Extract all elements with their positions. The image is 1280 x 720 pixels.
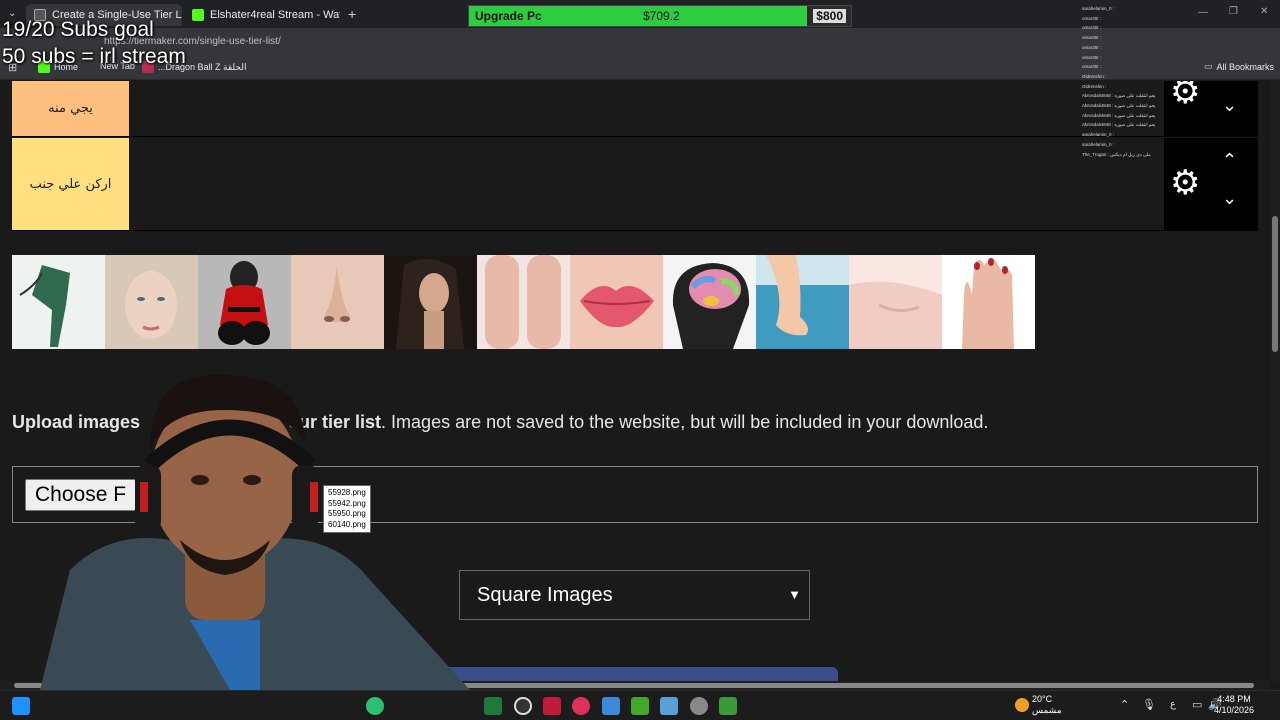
tab-stream[interactable]: Elshater4real Stream - Watch Li... ✕ — [184, 4, 340, 26]
chevron-up-icon[interactable]: ⌃ — [1222, 150, 1237, 171]
clock-date: 4/10/2026 — [1213, 705, 1254, 715]
minecraft-icon[interactable] — [631, 697, 649, 715]
all-bookmarks[interactable]: ▭ All Bookmarks — [1204, 61, 1274, 72]
pool-image-incredibles[interactable] — [198, 255, 291, 349]
app-icon[interactable] — [602, 697, 620, 715]
chat-message: Abrosdali4848 : يعم انتقلت على صوره — [1082, 112, 1156, 118]
chevron-down-icon[interactable]: ⌄ — [1222, 95, 1237, 116]
tier-row: يجي منه ⚙ ⌄ — [12, 81, 1258, 137]
kick-favicon-icon — [192, 9, 204, 21]
vertical-scroll-thumb[interactable] — [1272, 216, 1278, 352]
gear-icon[interactable]: ⚙ — [1170, 81, 1200, 109]
chat-message: sarahelamin_0 : — [1082, 6, 1115, 11]
pool-image-knees[interactable] — [477, 255, 570, 349]
tab-title: Elshater4real Stream - Watch Li... — [210, 9, 340, 21]
chat-message: Gldrenshin : — [1082, 83, 1107, 89]
app-icon[interactable] — [719, 697, 737, 715]
tier-controls: ⚙ ⌄ — [1164, 81, 1258, 136]
bookmark-label: All Bookmarks — [1216, 61, 1275, 72]
app-icon[interactable] — [660, 697, 678, 715]
app-icon[interactable] — [572, 697, 590, 715]
chat-message: omar30r : — [1082, 15, 1102, 21]
weather-temp: 20°C — [1032, 694, 1053, 704]
webcam-streamer — [40, 374, 470, 690]
continue-button[interactable] — [432, 667, 838, 681]
pool-image-foot[interactable] — [756, 255, 849, 349]
pool-image-woman-hair[interactable] — [384, 255, 477, 349]
chevron-down-icon[interactable]: ⌄ — [1222, 188, 1237, 209]
microphone-icon[interactable]: 🎙 — [1142, 698, 1156, 711]
weather-widget[interactable]: 20°C مشمس — [1032, 694, 1062, 716]
donation-goal-label: Upgrade Pc — [475, 9, 542, 23]
folder-icon: ▭ — [1204, 61, 1213, 71]
new-tab-plus-icon[interactable]: + — [348, 6, 356, 22]
obs-icon[interactable] — [514, 697, 532, 715]
donation-goal-target: $800 — [813, 9, 846, 23]
windows-start-icon[interactable] — [12, 697, 30, 715]
donation-goal-bar: Upgrade Pc $709.2 $800 — [468, 5, 852, 27]
app-icon[interactable] — [543, 697, 561, 715]
tray-chevron-up-icon[interactable]: ⌃ — [1120, 698, 1129, 711]
image-shape-select[interactable]: Square Images ▼ — [459, 570, 810, 620]
donation-goal-current: $709.2 — [643, 9, 680, 23]
chevron-down-icon: ▼ — [788, 587, 801, 602]
minimize-icon[interactable]: — — [1198, 7, 1208, 18]
chat-message: omar30r : — [1082, 44, 1102, 50]
app-icon[interactable] — [366, 697, 384, 715]
chat-message: The_Trogan : ملی دی ريل ام ديكس — [1082, 151, 1151, 157]
chat-message: Abrosdali4848 : يعم انتقلت على صوره — [1082, 103, 1156, 109]
chat-message: omar30r : — [1082, 54, 1102, 60]
pool-image-hand[interactable] — [942, 255, 1035, 349]
windows-taskbar: 20°C مشمس ⌃ 🎙 ع ▭ 🔊 4:48 PM 4/10/2026 — [0, 690, 1280, 720]
weather-desc: مشمس — [1032, 705, 1062, 715]
image-shape-selected: Square Images — [477, 583, 613, 606]
pool-image-lips[interactable] — [570, 255, 663, 349]
language-indicator[interactable]: ع — [1170, 699, 1176, 710]
pool-image-nose[interactable] — [291, 255, 384, 349]
chat-message: Gldrenshin : — [1082, 73, 1107, 79]
network-icon[interactable]: ▭ — [1192, 698, 1202, 711]
vertical-scrollbar[interactable] — [1270, 81, 1280, 681]
irl-stream-text: 50 subs = irl stream — [2, 45, 186, 68]
tier-row: اركن علي جنب ⚙ ⌃ ⌄ — [12, 138, 1258, 231]
system-clock[interactable]: 4:48 PM 4/10/2026 — [1214, 694, 1254, 716]
pool-image-brain[interactable] — [663, 255, 756, 349]
chat-message: sarahelamin_0 : — [1082, 141, 1115, 147]
pool-image-face[interactable] — [105, 255, 198, 349]
close-window-icon[interactable]: ✕ — [1260, 6, 1268, 17]
clock-time: 4:48 PM — [1217, 694, 1251, 704]
subs-goal-text: 19/20 Subs goal — [2, 18, 154, 41]
chat-message: omar30r : — [1082, 35, 1102, 41]
gear-icon[interactable]: ⚙ — [1170, 166, 1200, 200]
upload-rest: . Images are not saved to the website, b… — [381, 412, 989, 432]
chat-message: Abrosdali4848 : يعم انتقلت على صوره — [1082, 93, 1156, 99]
tier-label[interactable]: اركن علي جنب — [12, 138, 129, 230]
chat-message: sarahelamin_0 : — [1082, 132, 1115, 138]
chat-message: Abrosdali4848 : يعم انتقلت على صوره — [1082, 122, 1156, 128]
settings-icon[interactable] — [690, 697, 708, 715]
pool-image-armpit[interactable] — [849, 255, 942, 349]
stream-chat-overlay: sarahelamin_0 : omar30r : omar30r : omar30r… — [1082, 4, 1166, 159]
chat-message: omar30r : — [1082, 64, 1102, 70]
chat-message: omar30r : — [1082, 25, 1102, 31]
app-icon[interactable] — [484, 697, 502, 715]
image-pool — [12, 255, 1035, 349]
weather-sun-icon — [1015, 698, 1029, 712]
pool-image-leg-cartoon[interactable] — [12, 255, 105, 349]
tier-label[interactable]: يجي منه — [12, 81, 129, 136]
tier-controls: ⚙ ⌃ ⌄ — [1164, 138, 1258, 230]
maximize-icon[interactable]: ❐ — [1229, 6, 1238, 17]
